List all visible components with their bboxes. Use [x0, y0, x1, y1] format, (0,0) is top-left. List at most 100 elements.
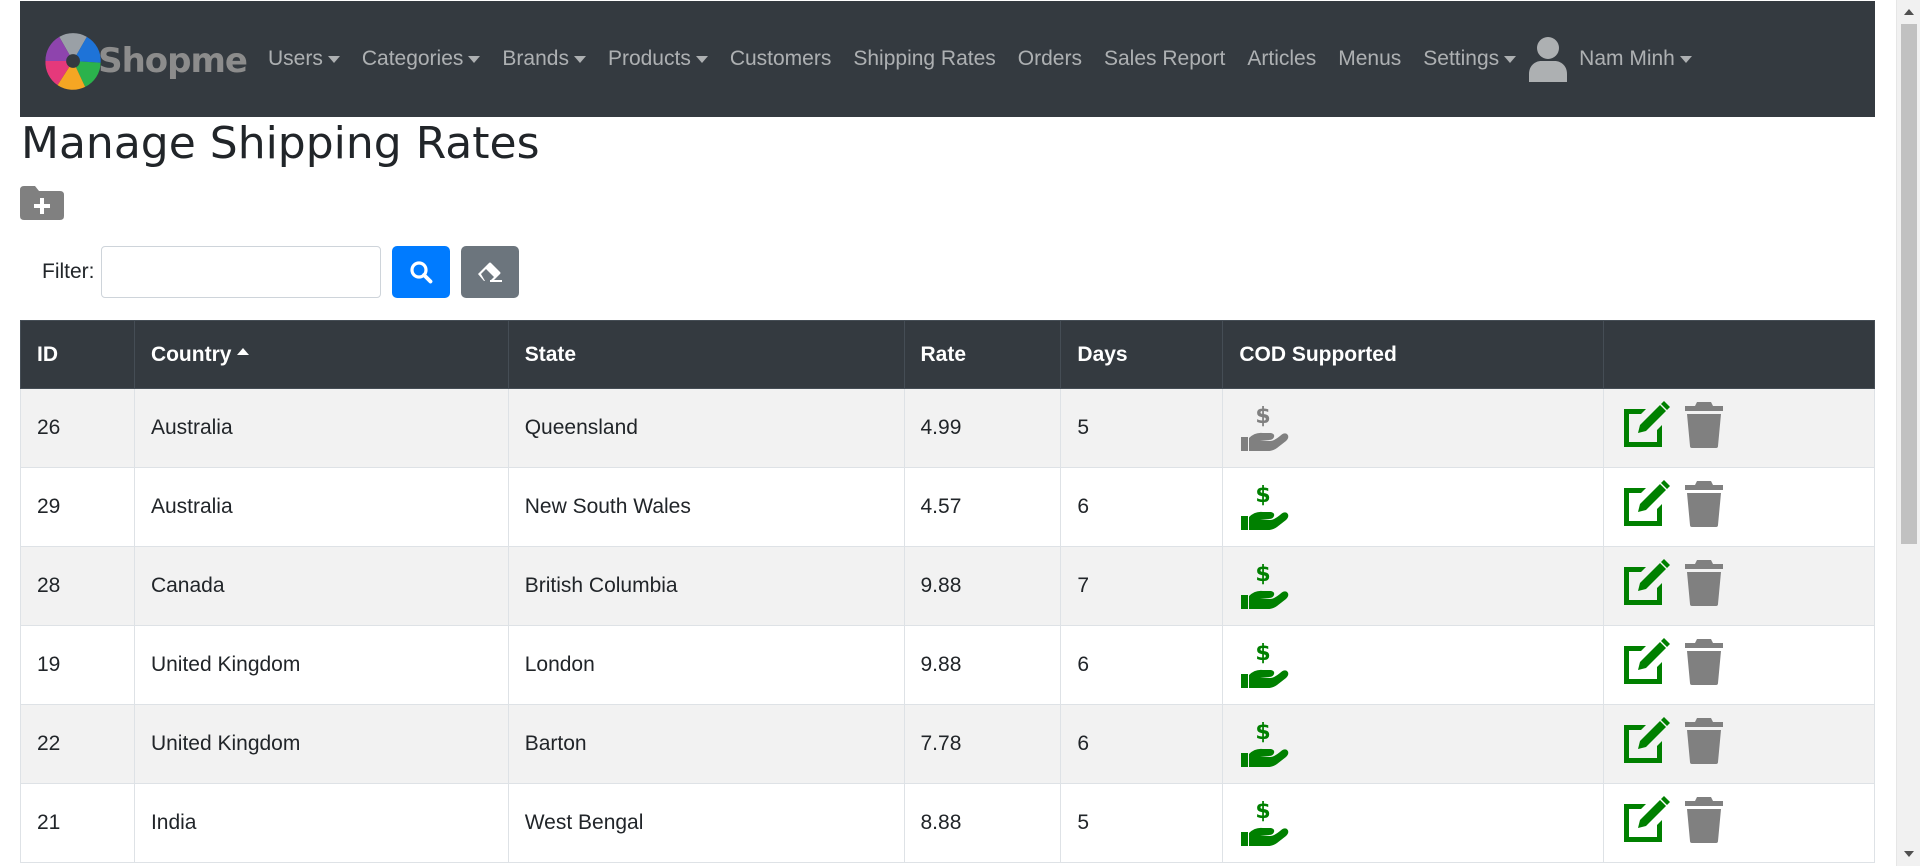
filter-label: Filter:	[42, 260, 95, 283]
cell-rate: 9.88	[903, 546, 1062, 626]
cell-state: Barton	[507, 704, 905, 784]
column-header-id[interactable]: ID	[20, 320, 135, 389]
nav-item-settings[interactable]: Settings	[1412, 47, 1527, 71]
trash-icon	[1685, 639, 1724, 685]
edit-button[interactable]	[1620, 480, 1671, 534]
delete-button[interactable]	[1684, 717, 1724, 771]
cell-days: 6	[1060, 625, 1224, 705]
cell-rate: 8.88	[903, 783, 1062, 863]
toggle-cod-link[interactable]: $	[1239, 798, 1587, 848]
edit-button[interactable]	[1620, 559, 1671, 613]
hand-holding-dollar-icon: $	[1241, 720, 1289, 767]
user-menu[interactable]: Nam Minh	[1527, 36, 1703, 82]
edit-button[interactable]	[1620, 638, 1671, 692]
nav-item-brands[interactable]: Brands	[491, 47, 597, 71]
filter-input[interactable]	[100, 246, 381, 298]
toggle-cod-link[interactable]: $	[1239, 482, 1587, 532]
cell-cod: $	[1222, 783, 1605, 863]
delete-button[interactable]	[1684, 480, 1724, 534]
header-label: Rate	[920, 342, 967, 366]
delete-button[interactable]	[1684, 401, 1724, 455]
cell-days: 6	[1060, 704, 1224, 784]
cell-id: 19	[20, 625, 135, 705]
nav-item-orders[interactable]: Orders	[1007, 47, 1093, 71]
nav-item-products[interactable]: Products	[597, 47, 719, 71]
header-label: Country	[150, 342, 232, 366]
brand-logo-link[interactable]: Shopme	[42, 25, 248, 97]
column-header-country[interactable]: Country	[133, 320, 509, 389]
caret-down-icon	[573, 55, 586, 63]
clear-filter-button[interactable]	[461, 246, 519, 298]
hand-holding-dollar-icon: $	[1241, 562, 1289, 609]
column-header-days[interactable]: Days	[1060, 320, 1224, 389]
scroll-up-arrow-icon[interactable]	[1904, 9, 1914, 15]
delete-button[interactable]	[1684, 796, 1724, 850]
trash-icon	[1685, 560, 1724, 606]
delete-button[interactable]	[1684, 638, 1724, 692]
cell-days: 7	[1060, 546, 1224, 626]
edit-button[interactable]	[1620, 796, 1671, 850]
cell-id: 28	[20, 546, 135, 626]
cell-country: Australia	[133, 388, 509, 468]
nav-label: Brands	[502, 47, 569, 70]
cell-rate: 4.99	[903, 388, 1062, 468]
column-header-cod[interactable]: COD Supported	[1222, 320, 1605, 389]
user-icon	[1529, 37, 1568, 82]
cell-actions	[1603, 546, 1875, 626]
cell-cod: $	[1222, 546, 1605, 626]
sort-ascending-icon	[237, 347, 250, 355]
svg-text:$: $	[1256, 562, 1271, 587]
column-header-rate[interactable]: Rate	[903, 320, 1062, 389]
cell-cod: $	[1222, 625, 1605, 705]
edit-button[interactable]	[1620, 401, 1671, 455]
cell-actions	[1603, 783, 1875, 863]
nav-item-menus[interactable]: Menus	[1327, 47, 1412, 71]
caret-down-icon	[1679, 55, 1692, 63]
toggle-cod-link[interactable]: $	[1239, 561, 1587, 611]
vertical-scrollbar[interactable]	[1896, 0, 1920, 866]
nav-label: Orders	[1017, 47, 1082, 70]
cell-actions	[1603, 625, 1875, 705]
cell-days: 5	[1060, 783, 1224, 863]
scroll-down-arrow-icon[interactable]	[1904, 851, 1914, 857]
nav-item-customers[interactable]: Customers	[719, 47, 843, 71]
nav-item-categories[interactable]: Categories	[351, 47, 492, 71]
row-actions	[1620, 401, 1858, 455]
new-shipping-rate-folder-plus-icon[interactable]	[20, 186, 64, 220]
svg-text:$: $	[1256, 720, 1271, 745]
search-button[interactable]	[392, 246, 450, 298]
nav-item-users[interactable]: Users	[257, 47, 351, 71]
trash-icon	[1685, 718, 1724, 764]
toggle-cod-link[interactable]: $	[1239, 403, 1587, 453]
cell-country: Australia	[133, 467, 509, 547]
column-header-state[interactable]: State	[507, 320, 905, 389]
caret-down-icon	[1504, 55, 1517, 63]
nav-label: Users	[268, 47, 323, 70]
toggle-cod-link[interactable]: $	[1239, 719, 1587, 769]
nav-item-articles[interactable]: Articles	[1236, 47, 1327, 71]
cell-state: New South Wales	[507, 467, 905, 547]
cell-cod: $	[1222, 704, 1605, 784]
table-row: 21 India West Bengal 8.88 5 $	[20, 783, 1875, 863]
cell-state: Queensland	[507, 388, 905, 468]
header-label: State	[524, 342, 577, 366]
cell-country: India	[133, 783, 509, 863]
nav-label: Menus	[1338, 47, 1402, 70]
scroll-thumb[interactable]	[1901, 24, 1917, 544]
edit-button[interactable]	[1620, 717, 1671, 771]
table-row: 28 Canada British Columbia 9.88 7 $	[20, 546, 1875, 626]
nav-item-sales-report[interactable]: Sales Report	[1093, 47, 1236, 71]
row-actions	[1620, 796, 1858, 850]
caret-down-icon	[695, 55, 708, 63]
cell-state: West Bengal	[507, 783, 905, 863]
table-body: 26 Australia Queensland 4.99 5 $29 Australia Ne…	[20, 388, 1875, 863]
nav-menu: Users Categories Brands Products Custome…	[257, 1, 1703, 117]
toggle-cod-link[interactable]: $	[1239, 640, 1587, 690]
nav-item-shipping-rates[interactable]: Shipping Rates	[842, 47, 1006, 71]
user-name: Nam Minh	[1579, 47, 1675, 70]
hand-holding-dollar-icon: $	[1241, 404, 1289, 451]
cell-state: London	[507, 625, 905, 705]
delete-button[interactable]	[1684, 559, 1724, 613]
hand-holding-dollar-icon: $	[1241, 641, 1289, 688]
table-header-row: ID Country State Rate Days COD Supported	[20, 320, 1875, 389]
